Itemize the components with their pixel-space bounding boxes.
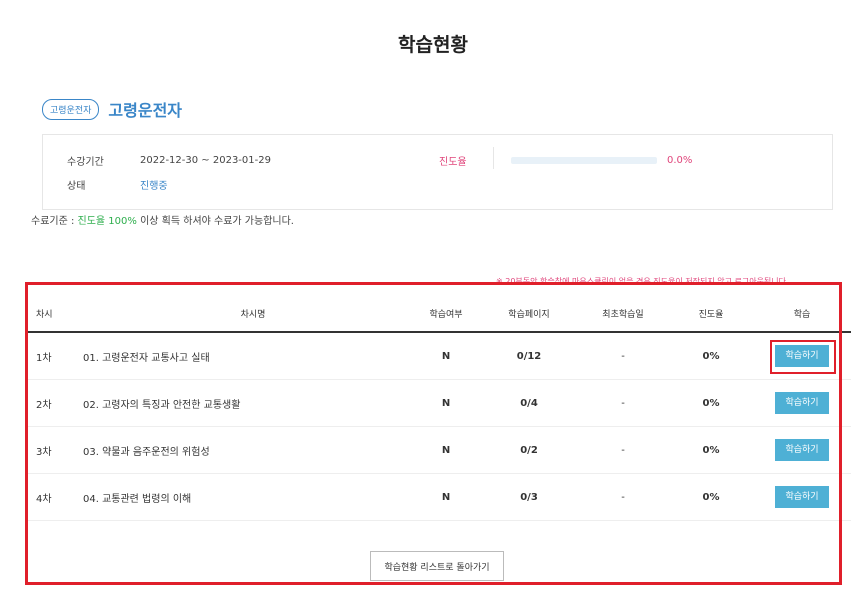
- row-learn-cell: 학습하기: [768, 392, 836, 414]
- row-title: 04. 교통관련 법령의 이해: [83, 493, 192, 505]
- header-no: 차시: [36, 309, 53, 320]
- progress-label: 진도율: [439, 156, 467, 168]
- table-header: 차시 차시명 학습여부 학습페이지 최초학습일 진도율 학습: [28, 295, 851, 333]
- learn-button[interactable]: 학습하기: [775, 392, 829, 414]
- course-info-box: 수강기간 2022-12-30 ~ 2023-01-29 진도율 0.0% 상태…: [42, 134, 833, 210]
- progress-bar: [511, 157, 657, 164]
- row-page: 0/2: [520, 444, 538, 456]
- status-value: 진행중: [140, 180, 168, 192]
- row-first-date: -: [621, 491, 625, 503]
- row-first-date: -: [621, 350, 625, 362]
- row-page: 0/12: [516, 350, 542, 362]
- row-progress: 0%: [702, 397, 720, 409]
- row-title: 02. 고령자의 특징과 안전한 교통생활: [83, 399, 241, 411]
- row-progress: 0%: [702, 444, 720, 456]
- row-first-date: -: [621, 444, 625, 456]
- course-category-badge: 고령운전자: [42, 98, 100, 120]
- header-first-date: 최초학습일: [602, 309, 644, 320]
- status-label: 상태: [67, 180, 86, 192]
- row-no: 2차: [36, 399, 52, 411]
- course-header: 고령운전자 고령운전자: [42, 97, 182, 121]
- learn-button[interactable]: 학습하기: [775, 486, 829, 508]
- row-first-date: -: [621, 397, 625, 409]
- period-label: 수강기간: [67, 156, 104, 168]
- lesson-table: 차시 차시명 학습여부 학습페이지 최초학습일 진도율 학습 1차 01. 고령…: [28, 295, 851, 521]
- header-page: 학습페이지: [508, 309, 550, 320]
- learn-button[interactable]: 학습하기: [775, 439, 829, 461]
- header-progress: 진도율: [698, 309, 724, 320]
- row-learn-cell: 학습하기: [768, 439, 836, 461]
- row-title: 01. 고령운전자 교통사고 실태: [83, 352, 210, 364]
- progress-value: 0.0%: [667, 154, 693, 166]
- row-done: N: [441, 491, 451, 503]
- criteria-suffix: 이상 획득 하셔야 수료가 가능합니다.: [136, 216, 294, 227]
- criteria-prefix: 수료기준 :: [31, 216, 78, 227]
- row-progress: 0%: [702, 350, 720, 362]
- row-progress: 0%: [702, 491, 720, 503]
- info-row-period: 수강기간 2022-12-30 ~ 2023-01-29 진도율 0.0%: [43, 150, 832, 170]
- row-no: 4차: [36, 493, 52, 505]
- criteria-highlight: 진도율 100%: [77, 216, 137, 227]
- row-no: 1차: [36, 352, 52, 364]
- learn-button[interactable]: 학습하기: [775, 345, 829, 367]
- session-notice: ※ 20분동안 학습창에 마우스클릭이 없을 경우 진도율이 저장되지 않고 로…: [496, 277, 789, 286]
- row-done: N: [441, 350, 451, 362]
- period-value: 2022-12-30 ~ 2023-01-29: [140, 154, 271, 166]
- row-page: 0/4: [520, 397, 538, 409]
- row-done: N: [441, 397, 451, 409]
- course-name: 고령운전자: [108, 101, 183, 120]
- header-title: 차시명: [240, 309, 266, 320]
- row-learn-cell: 학습하기: [768, 345, 836, 367]
- row-title: 03. 약물과 음주운전의 위험성: [83, 446, 210, 458]
- progress-divider: [493, 147, 494, 169]
- header-learn: 학습: [793, 309, 811, 320]
- row-page: 0/3: [520, 491, 538, 503]
- page-title: 학습현황: [398, 34, 468, 56]
- row-learn-cell: 학습하기: [768, 486, 836, 508]
- completion-criteria: 수료기준 : 진도율 100% 이상 획득 하셔야 수료가 가능합니다.: [31, 212, 294, 227]
- header-done: 학습여부: [429, 309, 463, 320]
- row-no: 3차: [36, 446, 52, 458]
- table-row: 2차 02. 고령자의 특징과 안전한 교통생활 N 0/4 - 0% 학습하기: [28, 380, 851, 427]
- back-to-list-button[interactable]: 학습현황 리스트로 돌아가기: [370, 551, 504, 581]
- table-row: 3차 03. 약물과 음주운전의 위험성 N 0/2 - 0% 학습하기: [28, 427, 851, 474]
- info-row-status: 상태 진행중: [43, 174, 832, 194]
- table-row: 1차 01. 고령운전자 교통사고 실태 N 0/12 - 0% 학습하기: [28, 333, 851, 380]
- row-done: N: [441, 444, 451, 456]
- table-row: 4차 04. 교통관련 법령의 이해 N 0/3 - 0% 학습하기: [28, 474, 851, 521]
